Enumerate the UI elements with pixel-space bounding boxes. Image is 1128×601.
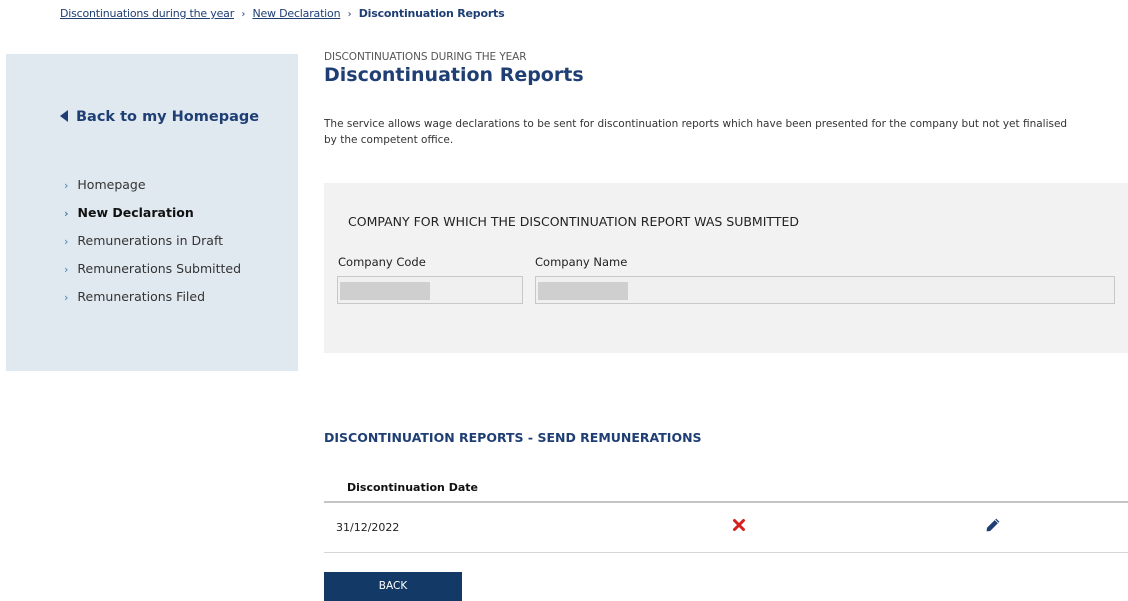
breadcrumb: Discontinuations during the year › New D… [60,7,505,20]
back-button[interactable]: BACK [324,572,462,601]
sidebar-item-label: Remunerations Filed [77,289,206,304]
company-panel-title: COMPANY FOR WHICH THE DISCONTINUATION RE… [348,214,799,229]
table-header: Discontinuation Date [324,472,1128,503]
breadcrumb-link-discontinuations[interactable]: Discontinuations during the year [60,7,234,20]
sidebar-nav: › Homepage › New Declaration › Remuneration… [64,177,241,317]
reports-section-title: DISCONTINUATION REPORTS - SEND REMUNERAT… [324,430,702,445]
company-panel: COMPANY FOR WHICH THE DISCONTINUATION RE… [324,183,1128,353]
company-name-label: Company Name [535,255,628,269]
chevron-right-icon: › [64,291,69,304]
redacted-value [538,282,628,300]
page-title: Discontinuation Reports [324,64,584,86]
chevron-right-icon: › [64,235,69,248]
sidebar-item-new-declaration[interactable]: › New Declaration [64,205,241,233]
sidebar-item-homepage[interactable]: › Homepage [64,177,241,205]
breadcrumb-link-new-declaration[interactable]: New Declaration [252,7,340,20]
sidebar-item-remunerations-submitted[interactable]: › Remunerations Submitted [64,261,241,289]
discontinuation-date: 31/12/2022 [336,521,400,534]
company-code-field [337,276,523,304]
intro-line-1: The service allows wage declarations to … [324,118,1068,130]
sidebar-item-label: Remunerations in Draft [77,233,224,248]
delete-icon[interactable] [732,518,746,532]
sidebar-item-remunerations-filed[interactable]: › Remunerations Filed [64,289,241,317]
column-header-date: Discontinuation Date [347,481,478,494]
company-code-label: Company Code [338,255,426,269]
chevron-right-icon: › [64,179,69,192]
sidebar-item-label: Remunerations Submitted [77,261,242,276]
chevron-right-icon: › [64,207,69,220]
page-overline: DISCONTINUATIONS DURING THE YEAR [324,51,527,63]
chevron-right-icon: › [64,263,69,276]
breadcrumb-separator: › [347,9,352,20]
back-to-homepage-link[interactable]: Back to my Homepage [60,109,259,125]
sidebar: Back to my Homepage › Homepage › New Decla… [6,54,298,371]
sidebar-item-remunerations-draft[interactable]: › Remunerations in Draft [64,233,241,261]
company-name-field [535,276,1115,304]
intro-text: The service allows wage declarations to … [324,116,1128,148]
sidebar-item-label: Homepage [77,177,146,192]
breadcrumb-separator: › [241,9,246,20]
pencil-icon[interactable] [985,517,1001,533]
breadcrumb-current: Discontinuation Reports [358,7,505,20]
back-to-homepage-label: Back to my Homepage [76,109,260,125]
intro-line-2: by the competent office. [324,134,454,146]
triangle-left-icon [60,110,68,122]
page: Discontinuations during the year › New D… [0,0,1128,601]
table-row: 31/12/2022 [324,503,1128,553]
reports-table: Discontinuation Date 31/12/2022 [324,472,1128,553]
sidebar-item-label: New Declaration [77,205,194,220]
redacted-value [340,282,430,300]
